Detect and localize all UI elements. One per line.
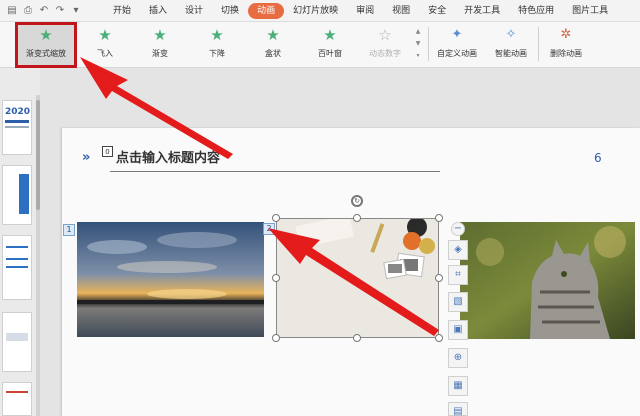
arrow-to-photo [268, 228, 439, 336]
arrow-to-effect [80, 57, 233, 159]
annotation-arrows [80, 57, 439, 336]
